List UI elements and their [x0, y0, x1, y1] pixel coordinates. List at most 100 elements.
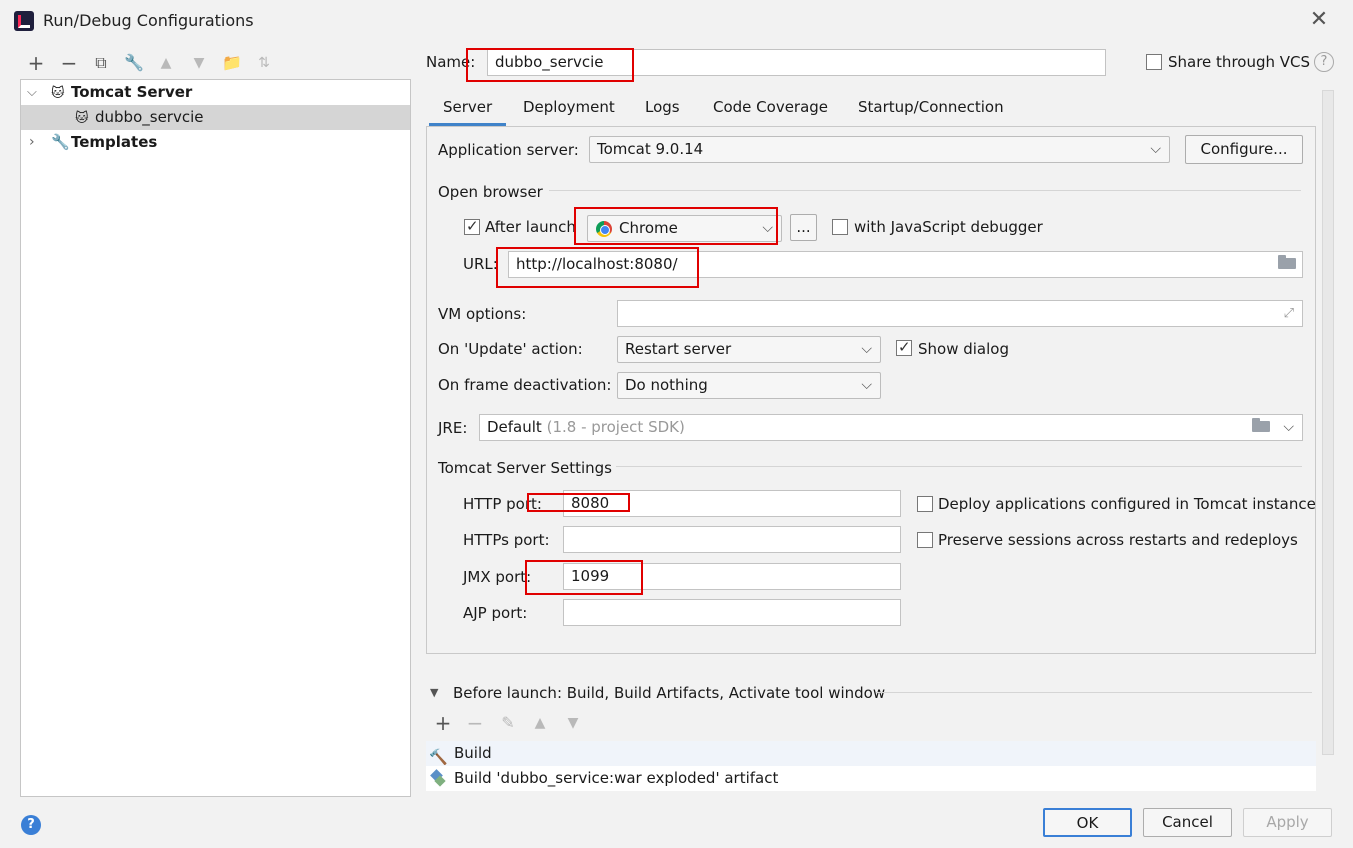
folder-icon[interactable] [1278, 255, 1296, 269]
tree-item-label: Templates [71, 133, 158, 151]
frame-deactivation-label: On frame deactivation: [438, 376, 612, 394]
tree-item-tomcat-server[interactable]: ⌵ Tomcat Server [21, 80, 410, 106]
frame-deactivation-value: Do nothing [625, 376, 708, 394]
separator [616, 466, 1302, 467]
add-task-icon[interactable]: + [432, 712, 454, 734]
open-browser-label: Open browser [438, 183, 543, 201]
list-item[interactable]: 🔨 Build [426, 741, 1316, 766]
deploy-checkbox[interactable] [917, 496, 933, 512]
preserve-sessions-checkbox[interactable] [917, 532, 933, 548]
chevron-down-icon: ⌵ [762, 220, 773, 236]
preserve-sessions-label: Preserve sessions across restarts and re… [938, 531, 1298, 549]
show-dialog-checkbox[interactable] [896, 338, 912, 356]
folder-icon[interactable] [1252, 418, 1270, 432]
tab-deployment[interactable]: Deployment [523, 96, 615, 126]
tab-code-coverage[interactable]: Code Coverage [713, 96, 828, 126]
close-icon[interactable]: ✕ [1307, 8, 1331, 32]
update-action-label: On 'Update' action: [438, 340, 583, 358]
jre-hint: (1.8 - project SDK) [546, 418, 685, 436]
chevron-down-icon: ⌵ [1150, 141, 1161, 157]
tab-server[interactable]: Server [428, 96, 507, 126]
ajp-port-label: AJP port: [463, 604, 528, 622]
url-label: URL: [463, 255, 498, 273]
help-icon[interactable]: ? [1314, 52, 1334, 72]
window-title: Run/Debug Configurations [43, 11, 254, 30]
name-label: Name: [426, 53, 476, 71]
jre-select[interactable]: Default (1.8 - project SDK) ⌵ [479, 414, 1303, 441]
edit-task-icon[interactable]: ✎ [497, 712, 519, 734]
apply-button[interactable]: Apply [1243, 808, 1332, 837]
tree-item-dubbo-servcie[interactable]: dubbo_servcie [21, 105, 410, 131]
app-server-select[interactable]: Tomcat 9.0.14 ⌵ [589, 136, 1170, 163]
chrome-icon [596, 221, 612, 237]
configure-button[interactable]: Configure... [1185, 135, 1303, 164]
after-launch-checkbox[interactable] [464, 217, 480, 235]
jre-label: JRE: [438, 419, 468, 437]
before-launch-header[interactable]: Before launch: Build, Build Artifacts, A… [453, 684, 885, 702]
chevron-down-icon[interactable]: ⌵ [27, 80, 37, 105]
tomcat-icon [51, 81, 69, 106]
http-port-label: HTTP port: [463, 495, 542, 513]
move-down-icon[interactable]: ▼ [562, 712, 584, 734]
tab-startup-connection[interactable]: Startup/Connection [858, 96, 1004, 126]
chevron-down-icon: ⌵ [1283, 419, 1294, 435]
wrench-icon[interactable]: 🔧 [123, 52, 145, 74]
after-launch-label: After launch [485, 218, 576, 236]
http-port-input[interactable]: 8080 [563, 490, 901, 517]
sort-icon[interactable]: ⇅ [253, 52, 275, 74]
list-item[interactable]: Build 'dubbo_service:war exploded' artif… [426, 766, 1316, 791]
list-item-label: Build 'dubbo_service:war exploded' artif… [454, 769, 779, 787]
js-debugger-label: with JavaScript debugger [854, 218, 1043, 236]
remove-icon[interactable]: − [58, 52, 80, 74]
vm-options-label: VM options: [438, 305, 527, 323]
remove-task-icon[interactable]: − [464, 712, 486, 734]
help-icon[interactable]: ? [21, 815, 41, 835]
move-up-icon[interactable]: ▲ [155, 52, 177, 74]
tomcat-settings-label: Tomcat Server Settings [438, 459, 612, 477]
url-input[interactable]: http://localhost:8080/ [508, 251, 1303, 278]
share-vcs-checkbox[interactable] [1146, 54, 1162, 70]
expand-icon[interactable]: ⤢ [1284, 301, 1294, 326]
js-debugger-checkbox[interactable] [832, 219, 848, 235]
tree-item-label: dubbo_servcie [95, 108, 204, 126]
wrench-icon: 🔧 [51, 133, 70, 151]
before-launch-list[interactable]: 🔨 Build Build 'dubbo_service:war explode… [426, 741, 1316, 791]
update-action-select[interactable]: Restart server ⌵ [617, 336, 881, 363]
app-server-value: Tomcat 9.0.14 [597, 140, 704, 158]
scrollbar[interactable] [1322, 90, 1334, 755]
browser-select[interactable]: Chrome ⌵ [587, 215, 782, 242]
ok-button[interactable]: OK [1043, 808, 1132, 837]
new-folder-icon[interactable]: 📁 [221, 52, 243, 74]
browser-value: Chrome [619, 219, 678, 237]
https-port-label: HTTPs port: [463, 531, 550, 549]
move-up-icon[interactable]: ▲ [529, 712, 551, 734]
tomcat-icon [75, 106, 93, 131]
cancel-button[interactable]: Cancel [1143, 808, 1232, 837]
ajp-port-input[interactable] [563, 599, 901, 626]
chevron-right-icon[interactable]: › [29, 130, 35, 155]
collapse-icon[interactable]: ▼ [430, 686, 438, 699]
intellij-logo-icon [14, 11, 34, 31]
list-item-label: Build [454, 744, 492, 762]
tree-item-label: Tomcat Server [71, 83, 193, 101]
add-icon[interactable]: + [25, 52, 47, 74]
copy-icon[interactable]: ⧉ [90, 52, 112, 74]
browser-ellipsis-button[interactable]: ... [790, 214, 817, 241]
jre-value: Default [487, 418, 542, 436]
vm-options-input[interactable]: ⤢ [617, 300, 1303, 327]
config-tree[interactable]: ⌵ Tomcat Server dubbo_servcie › 🔧 Templa… [20, 79, 411, 797]
artifact-icon [430, 771, 444, 785]
tab-logs[interactable]: Logs [645, 96, 680, 126]
separator [549, 190, 1301, 191]
app-server-label: Application server: [438, 141, 579, 159]
url-value: http://localhost:8080/ [516, 255, 678, 273]
name-input[interactable]: dubbo_servcie [487, 49, 1106, 76]
tree-item-templates[interactable]: › 🔧 Templates [21, 130, 410, 155]
https-port-input[interactable] [563, 526, 901, 553]
share-vcs-label: Share through VCS [1168, 53, 1311, 71]
jmx-port-input[interactable]: 1099 [563, 563, 901, 590]
move-down-icon[interactable]: ▼ [188, 52, 210, 74]
deploy-label: Deploy applications configured in Tomcat… [938, 495, 1316, 513]
separator [876, 692, 1312, 693]
frame-deactivation-select[interactable]: Do nothing ⌵ [617, 372, 881, 399]
